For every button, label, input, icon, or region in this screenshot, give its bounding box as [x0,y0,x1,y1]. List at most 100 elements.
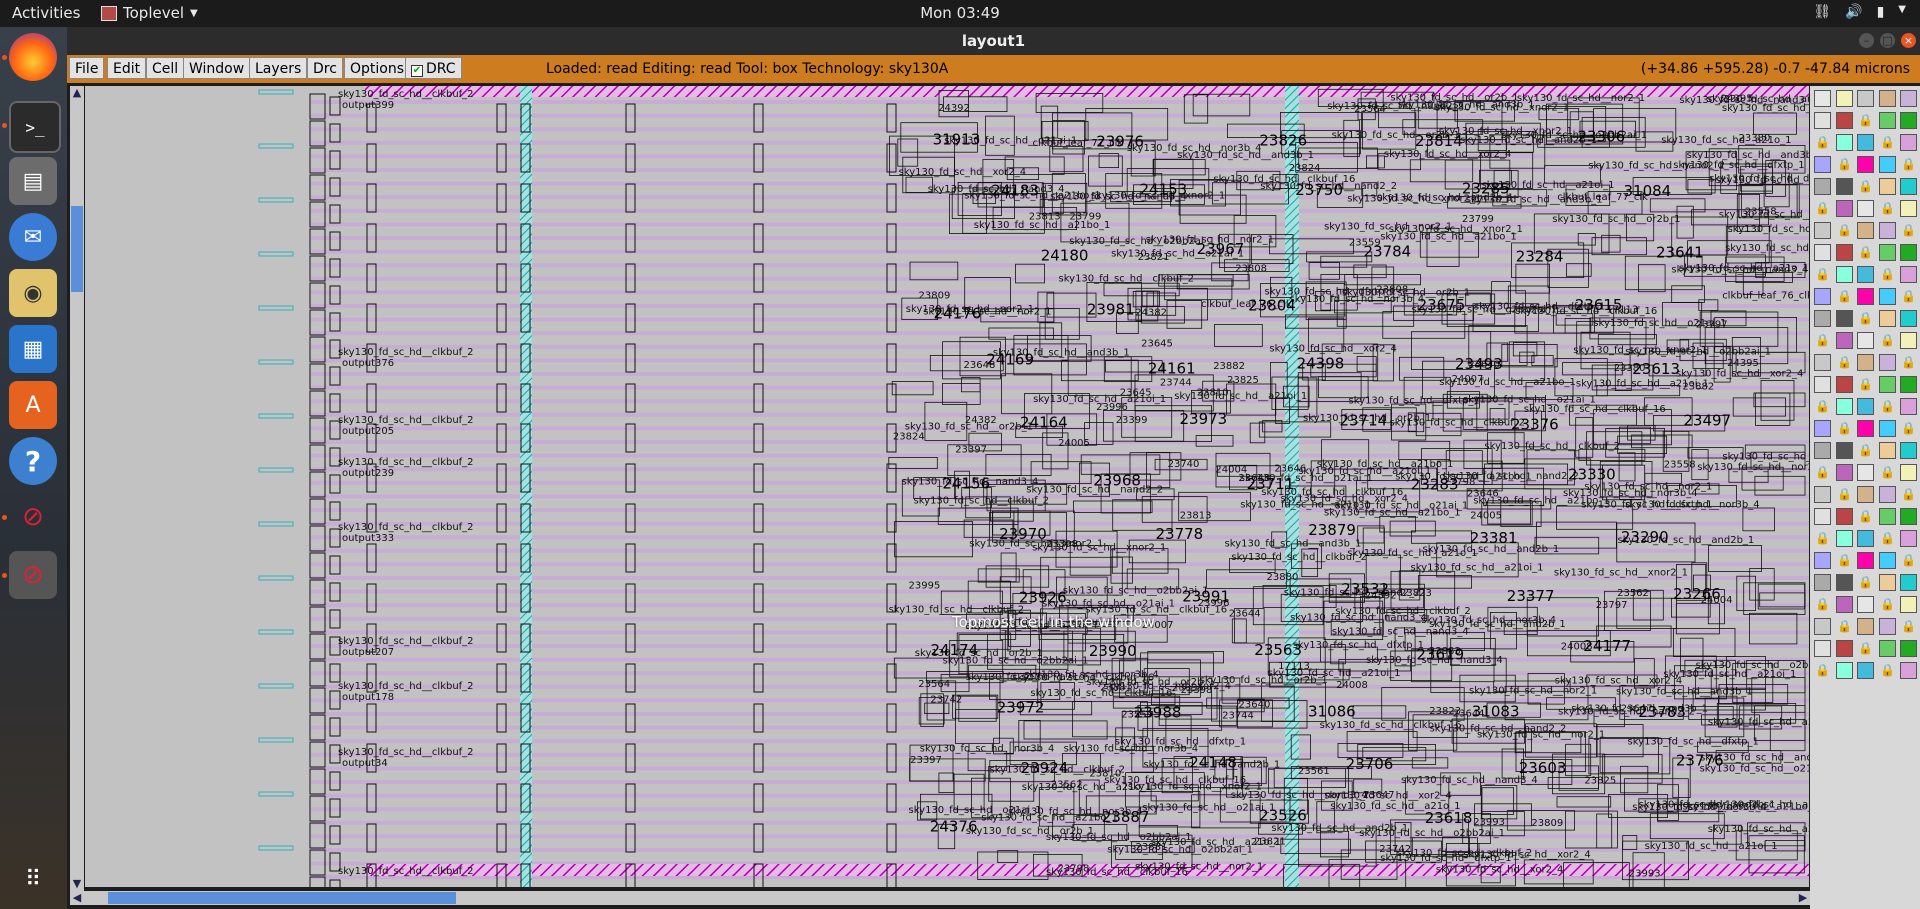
layer-swatch[interactable] [1900,398,1917,415]
layer-swatch[interactable] [1857,662,1874,679]
layer-swatch[interactable] [1836,244,1853,261]
layer-swatch[interactable] [1814,574,1831,591]
layer-swatch[interactable] [1857,332,1874,349]
layer-swatch[interactable] [1857,90,1874,107]
layer-swatch[interactable] [1879,354,1896,371]
layer-swatch[interactable] [1879,552,1896,569]
lock-icon[interactable]: 🔒 [1836,156,1853,173]
layer-swatch[interactable] [1814,420,1831,437]
lock-icon[interactable]: 🔒 [1814,332,1831,349]
layer-swatch[interactable] [1857,486,1874,503]
layer-swatch[interactable] [1900,266,1917,283]
lock-icon[interactable]: 🔒 [1879,332,1896,349]
layer-swatch[interactable] [1900,442,1917,459]
layer-swatch[interactable] [1814,376,1831,393]
lock-icon[interactable]: 🔒 [1836,354,1853,371]
lock-icon[interactable]: 🔒 [1857,640,1874,657]
layer-swatch[interactable] [1814,442,1831,459]
layer-swatch[interactable] [1879,178,1896,195]
layer-swatch[interactable] [1879,486,1896,503]
lock-icon[interactable]: 🔒 [1814,530,1831,547]
vertical-scrollbar[interactable]: ▲ ▼ [70,86,84,891]
scroll-left-arrow-icon[interactable]: ◀ [70,891,84,905]
scroll-thumb[interactable] [108,892,456,904]
lock-icon[interactable]: 🔒 [1857,178,1874,195]
layer-swatch[interactable] [1836,112,1853,129]
rhythmbox-icon[interactable]: ◉ [9,269,57,317]
layer-swatch[interactable] [1900,134,1917,151]
layer-swatch[interactable] [1836,442,1853,459]
lock-icon[interactable]: 🔒 [1814,662,1831,679]
layer-swatch[interactable] [1857,200,1874,217]
menu-layers[interactable]: Layers [249,57,308,79]
lock-icon[interactable]: 🔒 [1814,266,1831,283]
lock-icon[interactable]: 🔒 [1900,486,1917,503]
layer-swatch[interactable] [1814,222,1831,239]
layer-swatch[interactable] [1900,244,1917,261]
lock-icon[interactable]: 🔒 [1814,596,1831,613]
clock[interactable]: Mon 03:49 [0,4,1920,22]
layer-swatch[interactable] [1879,618,1896,635]
layer-swatch[interactable] [1814,310,1831,327]
layer-swatch[interactable] [1836,640,1853,657]
lock-icon[interactable]: 🔒 [1879,134,1896,151]
menu-edit[interactable]: Edit [107,57,147,79]
layer-swatch[interactable] [1857,618,1874,635]
lock-icon[interactable]: 🔒 [1814,200,1831,217]
lock-icon[interactable]: 🔒 [1814,134,1831,151]
layer-swatch[interactable] [1836,310,1853,327]
layer-swatch[interactable] [1900,640,1917,657]
layer-swatch[interactable] [1879,376,1896,393]
scroll-right-arrow-icon[interactable]: ▶ [1796,891,1810,905]
maximize-button[interactable]: □ [1880,33,1895,48]
lock-icon[interactable]: 🔒 [1857,112,1874,129]
layer-swatch[interactable] [1900,574,1917,591]
lock-icon[interactable]: 🔒 [1857,508,1874,525]
layer-swatch[interactable] [1879,222,1896,239]
lock-icon[interactable]: 🔒 [1857,376,1874,393]
layer-swatch[interactable] [1857,266,1874,283]
lock-icon[interactable]: 🔒 [1900,618,1917,635]
layer-swatch[interactable] [1814,156,1831,173]
layer-swatch[interactable] [1879,244,1896,261]
layer-swatch[interactable] [1836,574,1853,591]
drc-toggle[interactable]: ✔ DRC [405,57,462,79]
layer-swatch[interactable] [1857,464,1874,481]
layer-swatch[interactable] [1879,442,1896,459]
layer-swatch[interactable] [1879,640,1896,657]
layer-swatch[interactable] [1879,156,1896,173]
layer-swatch[interactable] [1900,310,1917,327]
layer-swatch[interactable] [1814,486,1831,503]
lock-icon[interactable]: 🔒 [1836,552,1853,569]
layer-swatch[interactable] [1814,244,1831,261]
layer-swatch[interactable] [1814,354,1831,371]
menu-window[interactable]: Window [183,57,251,79]
layer-swatch[interactable] [1900,90,1917,107]
layer-swatch[interactable] [1836,266,1853,283]
lock-icon[interactable]: 🔒 [1900,552,1917,569]
layer-swatch[interactable] [1857,398,1874,415]
files-icon[interactable]: ▤ [9,157,57,205]
lock-icon[interactable]: 🔒 [1879,200,1896,217]
lock-icon[interactable]: 🔒 [1900,420,1917,437]
app-grid-icon[interactable]: ⠿ [9,855,57,903]
layer-swatch[interactable] [1879,508,1896,525]
lock-icon[interactable]: 🔒 [1857,574,1874,591]
layer-swatch[interactable] [1879,112,1896,129]
layer-swatch[interactable] [1900,530,1917,547]
layer-swatch[interactable] [1857,156,1874,173]
layer-swatch[interactable] [1836,200,1853,217]
layer-swatch[interactable] [1814,552,1831,569]
lock-icon[interactable]: 🔒 [1857,310,1874,327]
menu-options[interactable]: Options [344,57,411,79]
blocked-app-icon[interactable]: ⊘ [9,551,57,599]
lock-icon[interactable]: 🔒 [1900,156,1917,173]
menu-cell[interactable]: Cell [146,57,185,79]
layer-palette[interactable]: 🔒 🔒 🔒 🔒 🔒 🔒 🔒 🔒 🔒 🔒 🔒 🔒 🔒 🔒 🔒 🔒 🔒 🔒 🔒 🔒 🔒 🔒 🔒 🔒 🔒 🔒 🔒 🔒 🔒 🔒 🔒 🔒 🔒 🔒 🔒 🔒 🔒 🔒 🔒 🔒… [1810,86,1920,909]
layer-swatch[interactable] [1879,288,1896,305]
layer-swatch[interactable] [1857,530,1874,547]
layer-swatch[interactable] [1814,90,1831,107]
terminal-icon[interactable]: >_ [9,101,61,153]
lock-icon[interactable]: 🔒 [1900,288,1917,305]
layer-swatch[interactable] [1836,134,1853,151]
